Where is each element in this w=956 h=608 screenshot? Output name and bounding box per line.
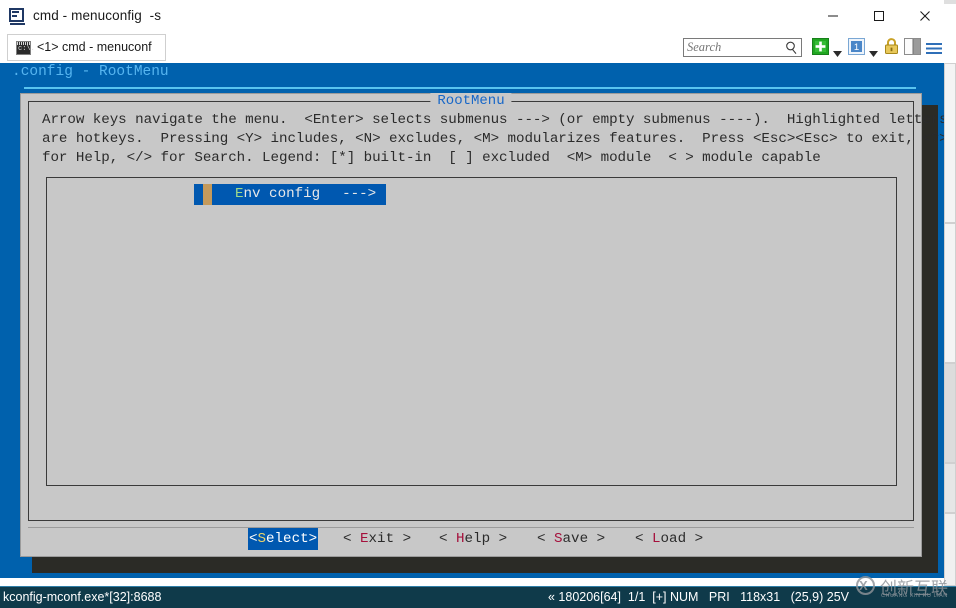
menuconfig-dialog: RootMenu Arrow keys navigate the menu. <… xyxy=(20,93,944,557)
help-suffix: > xyxy=(490,531,508,547)
save-suffix: > xyxy=(588,531,606,547)
watermark-pinyin-text: CHUANG XIN HU LIAN xyxy=(881,593,948,599)
window-list-dropdown-caret-icon[interactable] xyxy=(869,44,878,57)
selection-marker xyxy=(203,184,212,205)
maximize-icon xyxy=(874,10,884,21)
search-icon xyxy=(786,41,797,54)
save-button[interactable]: < Save > xyxy=(537,528,605,550)
status-metrics: « 180206[64] 1/1 [+] NUM PRI 118x31 (25,… xyxy=(548,590,849,604)
panel-title: RootMenu xyxy=(430,93,512,109)
svg-text:1: 1 xyxy=(854,42,859,53)
tab-strip: c:\. <1> cmd - menuconf xyxy=(0,33,944,63)
status-bar: kconfig-mconf.exe*[32]:8688 « 180206[64]… xyxy=(0,586,956,608)
ncurses-header-title: .config - RootMenu xyxy=(12,64,169,80)
row-right-pad xyxy=(376,184,386,205)
help-button[interactable]: < Help > xyxy=(439,528,507,550)
row-inner-pad xyxy=(212,184,235,205)
exit-hotkey: E xyxy=(360,531,369,547)
menu-item-env-config[interactable]: Env config ---> xyxy=(194,184,387,205)
menu-item-hotkey: E xyxy=(235,186,244,202)
background-window-fragment xyxy=(944,223,956,363)
select-hotkey: S xyxy=(257,531,267,547)
load-prefix: < xyxy=(635,531,653,547)
minimize-icon xyxy=(828,15,838,16)
close-icon xyxy=(920,10,930,21)
search-input[interactable] xyxy=(687,40,781,55)
load-suffix: > xyxy=(686,531,704,547)
window-title: cmd - menuconfig -s xyxy=(33,8,162,23)
console-window-icon xyxy=(9,8,26,25)
load-rest: oad xyxy=(660,531,687,547)
help-text-line-3: for Help, </> for Search. Legend: [*] bu… xyxy=(42,150,821,166)
dialog-button-bar: <Select> < Exit > < Help > < Save > < Lo… xyxy=(28,528,914,550)
submenu-arrow-icon: ---> xyxy=(342,186,377,202)
background-window-fragment xyxy=(944,63,956,223)
hamburger-menu-icon[interactable] xyxy=(926,41,942,54)
exit-rest: xit xyxy=(368,531,395,547)
row-left-pad xyxy=(194,184,203,205)
search-box[interactable] xyxy=(683,38,802,57)
header-underline xyxy=(24,87,916,89)
close-button[interactable] xyxy=(902,0,948,31)
load-button[interactable]: < Load > xyxy=(635,528,703,550)
menu-item-label: Env config xyxy=(235,184,320,205)
exit-suffix: > xyxy=(394,531,412,547)
load-hotkey: L xyxy=(652,531,661,547)
tab-label: <1> cmd - menuconf xyxy=(37,40,152,54)
save-prefix: < xyxy=(537,531,555,547)
console-client-area: .config - RootMenu RootMenu Arrow keys n… xyxy=(0,63,944,578)
tab-cmd-menuconf[interactable]: c:\. <1> cmd - menuconf xyxy=(7,34,166,61)
save-rest: ave xyxy=(562,531,589,547)
select-rest: elect xyxy=(266,531,309,547)
exit-prefix: < xyxy=(343,531,361,547)
window-titlebar: cmd - menuconfig -s xyxy=(0,0,944,33)
watermark-x-mark: X xyxy=(859,578,868,593)
minimize-button[interactable] xyxy=(810,0,856,31)
help-hotkey: H xyxy=(456,531,465,547)
lock-icon[interactable] xyxy=(884,38,899,55)
screen-root: cmd - menuconfig -s c:\. <1> cmd - menuc… xyxy=(0,0,956,608)
maximize-button[interactable] xyxy=(856,0,902,31)
status-process-info: kconfig-mconf.exe*[32]:8688 xyxy=(3,590,162,604)
background-window-fragment xyxy=(944,363,956,463)
select-suffix: > xyxy=(308,531,318,547)
watermark-logo: X 创新互联 CHUANG XIN HU LIAN xyxy=(856,572,956,602)
select-prefix: < xyxy=(249,531,258,547)
help-text-line-2: are hotkeys. Pressing <Y> includes, <N> … xyxy=(42,131,944,147)
select-button[interactable]: <Select> xyxy=(248,528,319,550)
window-number-one-icon[interactable]: 1 xyxy=(848,38,865,55)
help-panel: RootMenu Arrow keys navigate the menu. <… xyxy=(28,93,944,521)
cmd-console-icon: c:\. xyxy=(16,41,35,55)
help-text-line-1: Arrow keys navigate the menu. <Enter> se… xyxy=(42,112,944,128)
menu-list-panel: Env config ---> xyxy=(46,177,897,486)
console-window: cmd - menuconfig -s c:\. <1> cmd - menuc… xyxy=(0,0,944,578)
new-tab-plus-icon[interactable] xyxy=(812,38,829,55)
split-panel-icon[interactable] xyxy=(904,38,921,55)
exit-button[interactable]: < Exit > xyxy=(343,528,411,550)
help-prefix: < xyxy=(439,531,457,547)
save-hotkey: S xyxy=(554,531,563,547)
new-tab-dropdown-caret-icon[interactable] xyxy=(833,44,842,57)
menu-item-label-rest: nv config xyxy=(243,186,321,202)
background-window-fragment xyxy=(944,463,956,513)
help-rest: elp xyxy=(464,531,491,547)
